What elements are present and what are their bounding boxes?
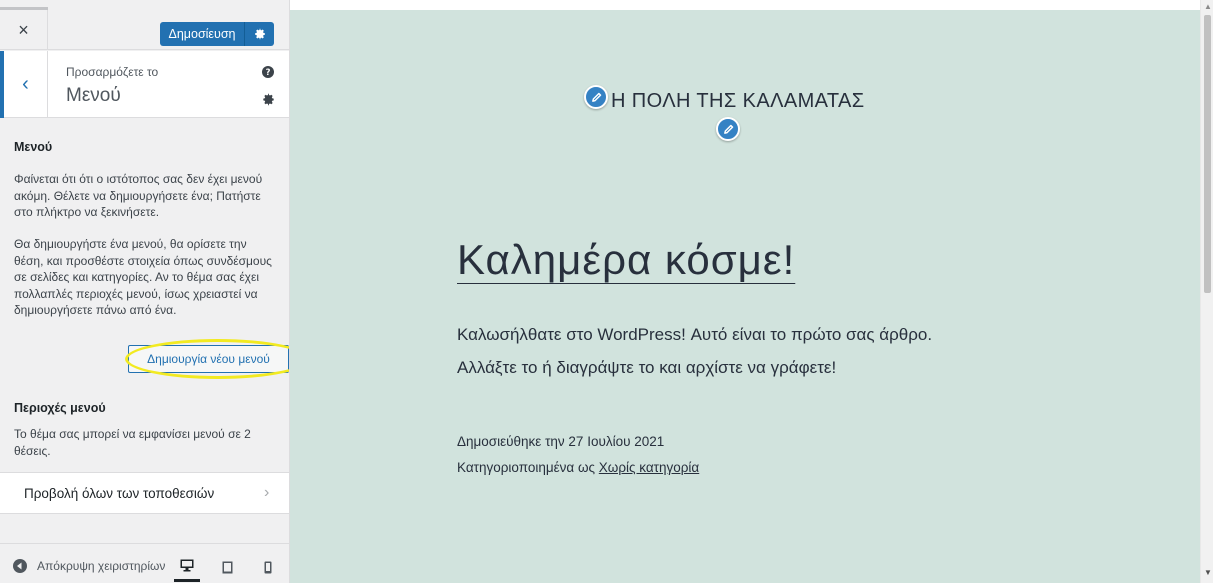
- collapse-controls-label[interactable]: Απόκρυψη χειριστηρίων: [37, 559, 169, 573]
- menu-locations-description: Το θέμα σας μπορεί να εμφανίσει μενού σε…: [14, 427, 251, 458]
- desktop-preview-button[interactable]: [174, 552, 200, 582]
- gear-icon[interactable]: [262, 93, 275, 106]
- triangle-left-icon: [17, 562, 22, 570]
- publish-button[interactable]: Δημοσίευση: [160, 22, 244, 46]
- back-button[interactable]: ‹: [0, 51, 48, 118]
- site-title[interactable]: Η ΠΟΛΗ ΤΗΣ ΚΑΛΑΜΑΤΑΣ: [611, 90, 865, 113]
- create-new-menu-button[interactable]: Δημιουργία νέου μενού: [128, 345, 289, 373]
- close-customizer-button[interactable]: ×: [0, 10, 48, 50]
- publish-button-group: Δημοσίευση: [160, 22, 274, 46]
- close-icon: ×: [18, 19, 29, 40]
- mobile-preview-button[interactable]: [255, 552, 281, 582]
- post-meta: Δημοσιεύθηκε την 27 Ιουλίου 2021 Κατηγορ…: [457, 429, 699, 481]
- post-paragraph: Αλλάξτε το ή διαγράψτε το και αρχίστε να…: [457, 358, 837, 377]
- chevron-right-icon: ›: [264, 484, 270, 501]
- tablet-icon: [222, 561, 232, 573]
- category-link[interactable]: Χωρίς κατηγορία: [599, 460, 699, 475]
- tablet-preview-button[interactable]: [214, 552, 240, 582]
- customizer-sidebar: × Δημοσίευση ‹ Προσαρμόζετε το Μενού ? Μ…: [0, 0, 290, 583]
- edit-menu-button[interactable]: [716, 117, 740, 141]
- scroll-up-arrow-icon[interactable]: ▲: [1204, 2, 1212, 11]
- help-icon[interactable]: ?: [262, 66, 274, 78]
- section-header: ‹ Προσαρμόζετε το Μενού ?: [0, 51, 289, 118]
- scrollbar-thumb[interactable]: [1204, 15, 1211, 293]
- pencil-icon: [591, 92, 601, 102]
- view-all-locations-label: Προβολή όλων των τοποθεσιών: [24, 486, 215, 501]
- published-date: Δημοσιεύθηκε την 27 Ιουλίου 2021: [457, 434, 665, 449]
- menu-locations-heading: Περιοχές μενού: [14, 401, 106, 415]
- menus-heading: Μενού: [14, 140, 53, 154]
- scroll-down-arrow-icon[interactable]: ▼: [1204, 568, 1212, 577]
- gear-icon: [254, 28, 265, 40]
- customizer-footer: Απόκρυψη χειριστηρίων: [0, 543, 289, 583]
- category-line: Κατηγοριοποιημένα ως Χωρίς κατηγορία: [457, 455, 699, 481]
- site-preview: Η ΠΟΛΗ ΤΗΣ ΚΑΛΑΜΑΤΑΣ Καλημέρα κόσμε! Καλ…: [290, 10, 1200, 583]
- mobile-icon: [264, 561, 272, 573]
- category-prefix: Κατηγοριοποιημένα ως: [457, 460, 599, 475]
- collapse-icon[interactable]: [13, 559, 27, 573]
- post-title-link[interactable]: Καλημέρα κόσμε!: [457, 236, 795, 284]
- view-all-locations-button[interactable]: Προβολή όλων των τοποθεσιών ›: [0, 472, 289, 514]
- svg-text:?: ?: [266, 67, 271, 77]
- desktop-icon: [180, 559, 194, 572]
- preview-scrollbar[interactable]: ▲ ▼: [1200, 0, 1213, 583]
- intro-paragraph: Θα δημιουργήστε ένα μενού, θα ορίσετε τη…: [14, 237, 272, 317]
- intro-paragraph: Φαίνεται ότι ότι ο ιστότοπος σας δεν έχε…: [14, 172, 263, 219]
- post-content: Καλωσήλθατε στο WordPress! Αυτό είναι το…: [457, 318, 1077, 384]
- post-paragraph: Καλωσήλθατε στο WordPress! Αυτό είναι το…: [457, 325, 933, 344]
- pencil-icon: [723, 124, 733, 134]
- chevron-left-icon: ‹: [22, 73, 29, 95]
- edit-site-title-button[interactable]: [584, 85, 608, 109]
- customizing-label: Προσαρμόζετε το: [66, 65, 159, 79]
- customizer-header: × Δημοσίευση: [0, 10, 289, 50]
- section-title: Μενού: [66, 85, 121, 106]
- publish-settings-button[interactable]: [244, 22, 274, 46]
